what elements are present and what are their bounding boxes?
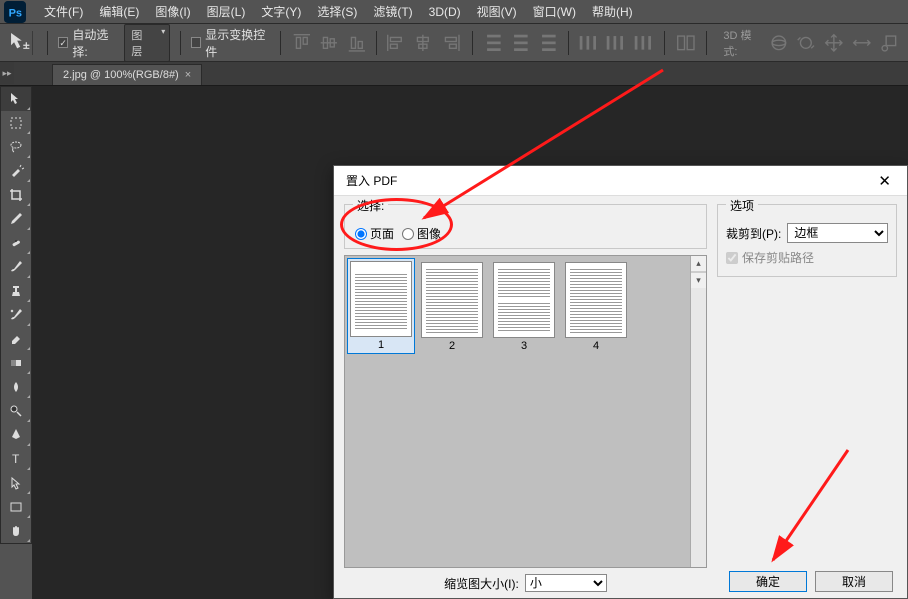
crop-to-select[interactable]: 边框 [787, 223, 888, 243]
align-hcenter-icon[interactable] [412, 32, 434, 54]
move-tool-indicator[interactable] [8, 31, 33, 55]
menu-file[interactable]: 文件(F) [36, 1, 91, 22]
page-thumb-4[interactable]: 4 [561, 258, 631, 356]
brush-tool[interactable] [1, 255, 31, 279]
thumb-size-select[interactable]: 小 [525, 574, 607, 592]
options-group: 选项 裁剪到(P): 边框 保存剪贴路径 [717, 204, 897, 277]
svg-text:T: T [12, 452, 20, 466]
show-transform-label: 显示变换控件 [205, 26, 270, 60]
distribute-vcenter-icon[interactable] [510, 32, 532, 54]
page-thumb-3[interactable]: 3 [489, 258, 559, 356]
distribute-top-icon[interactable] [483, 32, 505, 54]
collapse-toolbar-icon[interactable]: ▸▸ [0, 62, 14, 84]
radio-image-input[interactable] [402, 228, 414, 240]
place-pdf-dialog: 置入 PDF ✕ 选择: 页面 图像 [333, 165, 908, 599]
menu-edit[interactable]: 编辑(E) [91, 1, 147, 22]
distribute-bottom-icon[interactable] [538, 32, 560, 54]
page-thumb-1[interactable]: 1 [347, 258, 415, 354]
tab-close-icon[interactable]: × [185, 69, 191, 81]
distribute-left-icon[interactable] [577, 32, 599, 54]
select-group: 选择: 页面 图像 [344, 204, 707, 249]
auto-select-dropdown[interactable]: 图层 ▾ [124, 24, 170, 62]
eyedropper-tool[interactable] [1, 207, 31, 231]
gradient-tool[interactable] [1, 351, 31, 375]
align-vcenter-icon[interactable] [318, 32, 340, 54]
radio-page-input[interactable] [355, 228, 367, 240]
healing-brush-tool[interactable] [1, 231, 31, 255]
menu-view[interactable]: 视图(V) [469, 1, 525, 22]
thumbnail-scrollbar[interactable]: ▴ ▾ [690, 256, 706, 567]
menu-layer[interactable]: 图层(L) [199, 1, 254, 22]
show-transform-checkbox[interactable]: 显示变换控件 [191, 26, 270, 60]
menu-image[interactable]: 图像(I) [147, 1, 198, 22]
3d-pan-icon[interactable] [823, 32, 845, 54]
dialog-title-text: 置入 PDF [346, 172, 397, 189]
toolbox: T [0, 86, 32, 544]
tab-title: 2.jpg @ 100%(RGB/8#) [63, 69, 179, 81]
radio-image[interactable]: 图像 [402, 225, 441, 242]
cancel-button[interactable]: 取消 [815, 571, 893, 592]
options-legend: 选项 [726, 197, 758, 214]
menu-type[interactable]: 文字(Y) [253, 1, 309, 22]
3d-slide-icon[interactable] [851, 32, 873, 54]
3d-orbit-icon[interactable] [768, 32, 790, 54]
ok-button[interactable]: 确定 [729, 571, 807, 592]
options-bar: 自动选择: 图层 ▾ 显示变换控件 3D 模式: [0, 24, 908, 62]
mode-3d-label: 3D 模式: [723, 27, 761, 59]
align-left-icon[interactable] [385, 32, 407, 54]
clone-stamp-tool[interactable] [1, 279, 31, 303]
3d-scale-icon[interactable] [878, 32, 900, 54]
history-brush-tool[interactable] [1, 303, 31, 327]
move-tool[interactable] [1, 87, 31, 111]
auto-select-checkbox[interactable]: 自动选择: [58, 26, 118, 60]
align-top-icon[interactable] [291, 32, 313, 54]
scroll-down-icon[interactable]: ▾ [691, 272, 706, 288]
path-selection-tool[interactable] [1, 471, 31, 495]
thumbnail-area: 1 2 3 4 [344, 255, 707, 568]
align-bottom-icon[interactable] [346, 32, 368, 54]
dialog-titlebar[interactable]: 置入 PDF ✕ [334, 166, 907, 196]
auto-select-label: 自动选择: [72, 26, 118, 60]
select-legend: 选择: [353, 197, 388, 214]
thumb-size-label: 缩览图大小(I): [444, 575, 519, 592]
distribute-right-icon[interactable] [632, 32, 654, 54]
scroll-up-icon[interactable]: ▴ [691, 256, 706, 272]
type-tool[interactable]: T [1, 447, 31, 471]
marquee-tool[interactable] [1, 111, 31, 135]
distribute-hcenter-icon[interactable] [604, 32, 626, 54]
svg-text:Ps: Ps [9, 7, 22, 19]
lasso-tool[interactable] [1, 135, 31, 159]
pen-tool[interactable] [1, 423, 31, 447]
blur-tool[interactable] [1, 375, 31, 399]
ps-logo: Ps [4, 1, 26, 23]
menu-3d[interactable]: 3D(D) [421, 3, 469, 21]
dialog-close-button[interactable]: ✕ [872, 170, 897, 192]
eraser-tool[interactable] [1, 327, 31, 351]
hand-tool[interactable] [1, 519, 31, 543]
crop-to-label: 裁剪到(P): [726, 225, 781, 242]
dodge-tool[interactable] [1, 399, 31, 423]
document-tab-bar: 2.jpg @ 100%(RGB/8#) × [0, 62, 908, 86]
page-thumb-2[interactable]: 2 [417, 258, 487, 356]
crop-tool[interactable] [1, 183, 31, 207]
menu-select[interactable]: 选择(S) [309, 1, 365, 22]
align-right-icon[interactable] [440, 32, 462, 54]
auto-align-icon[interactable] [675, 32, 697, 54]
rectangle-tool[interactable] [1, 495, 31, 519]
menu-window[interactable]: 窗口(W) [525, 1, 584, 22]
magic-wand-tool[interactable] [1, 159, 31, 183]
menubar: Ps 文件(F) 编辑(E) 图像(I) 图层(L) 文字(Y) 选择(S) 滤… [0, 0, 908, 24]
menu-filter[interactable]: 滤镜(T) [365, 1, 420, 22]
radio-page[interactable]: 页面 [355, 225, 394, 242]
menu-help[interactable]: 帮助(H) [584, 1, 641, 22]
document-tab[interactable]: 2.jpg @ 100%(RGB/8#) × [52, 64, 202, 85]
preserve-clip-checkbox[interactable]: 保存剪贴路径 [726, 249, 888, 266]
3d-roll-icon[interactable] [795, 32, 817, 54]
